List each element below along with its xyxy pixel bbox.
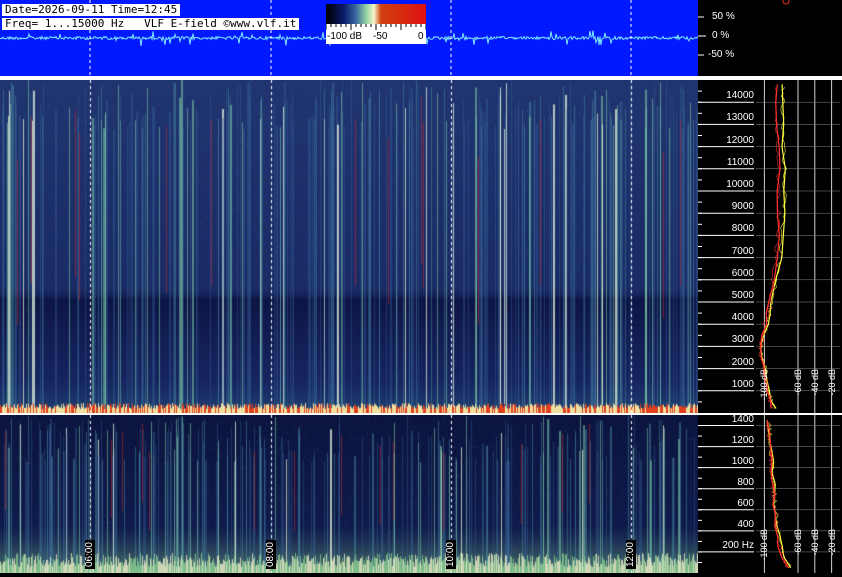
time-label: 08:00 xyxy=(265,539,276,569)
waveform-scope: Date=2026-09-11 Time=12:45 Freq= 1...150… xyxy=(0,0,698,76)
freq-label: 200 Hz xyxy=(722,539,754,551)
colorbar-legend: -100 dB -50 0 xyxy=(326,4,426,44)
main-spectrum-panel: 1000 2000 3000 4000 5000 6000 7000 8000 9000 1000… xyxy=(698,80,842,413)
frequency-range-label: Freq= 1...15000 Hz VLF E-field ©www.vlf.… xyxy=(2,18,300,30)
time-label: 06:00 xyxy=(84,539,95,569)
colorbar-gradient xyxy=(326,4,426,24)
db-label: -100 dB xyxy=(759,529,770,561)
db-label: -60 dB xyxy=(793,529,803,556)
freq-label: 6000 xyxy=(731,267,754,279)
freq-label: 9000 xyxy=(731,201,754,213)
main-spectrogram xyxy=(0,80,698,413)
db-label: -40 dB xyxy=(809,529,820,556)
freq-label: 1000 xyxy=(731,455,754,467)
colorbar-label-mid: -50 xyxy=(373,31,388,42)
colorbar-label-max: 0 xyxy=(418,31,424,42)
freq-label: 7000 xyxy=(731,245,754,257)
scope-scale: 50 % 0 % -50 % xyxy=(698,0,842,76)
freq-label: 12000 xyxy=(726,134,754,146)
date-time-label: Date=2026-09-11 Time=12:45 xyxy=(2,4,181,16)
low-spectrogram xyxy=(0,415,698,573)
db-label: -40 dB xyxy=(809,369,820,396)
colorbar-ticks xyxy=(326,24,426,30)
db-label: -20 dB xyxy=(826,369,837,396)
freq-label: 14000 xyxy=(726,90,754,102)
low-spectrum-panel: 200 Hz 400 600 800 1000 1200 1400 -100 dB -60 d… xyxy=(698,413,842,573)
freq-label: 1400 xyxy=(731,413,754,425)
db-label: -60 dB xyxy=(793,369,803,396)
freq-label: 600 xyxy=(737,497,754,509)
freq-label: 10000 xyxy=(726,179,754,190)
freq-label: 3000 xyxy=(731,334,754,346)
db-label: -100 dB xyxy=(759,369,770,401)
freq-label: 13000 xyxy=(726,112,754,124)
freq-label: 5000 xyxy=(731,290,754,301)
freq-label: 8000 xyxy=(731,223,754,235)
spectrum-line-average xyxy=(766,420,789,569)
freq-label: 1200 xyxy=(731,434,754,446)
freq-label: 400 xyxy=(737,518,754,530)
db-label: -20 dB xyxy=(826,529,837,556)
time-label: 10:00 xyxy=(445,539,456,569)
colorbar-label-min: -100 dB xyxy=(327,31,363,42)
time-label: 12:00 xyxy=(625,539,636,569)
freq-label: 1000 xyxy=(731,378,754,390)
freq-label: 4000 xyxy=(731,312,754,324)
low-spectrum-plot xyxy=(698,415,840,573)
scope-scale-ticks xyxy=(698,0,790,56)
main-spectrum-plot xyxy=(698,80,840,413)
freq-label: 800 xyxy=(737,476,754,488)
freq-label: 11000 xyxy=(726,156,754,168)
freq-label: 2000 xyxy=(731,356,754,368)
